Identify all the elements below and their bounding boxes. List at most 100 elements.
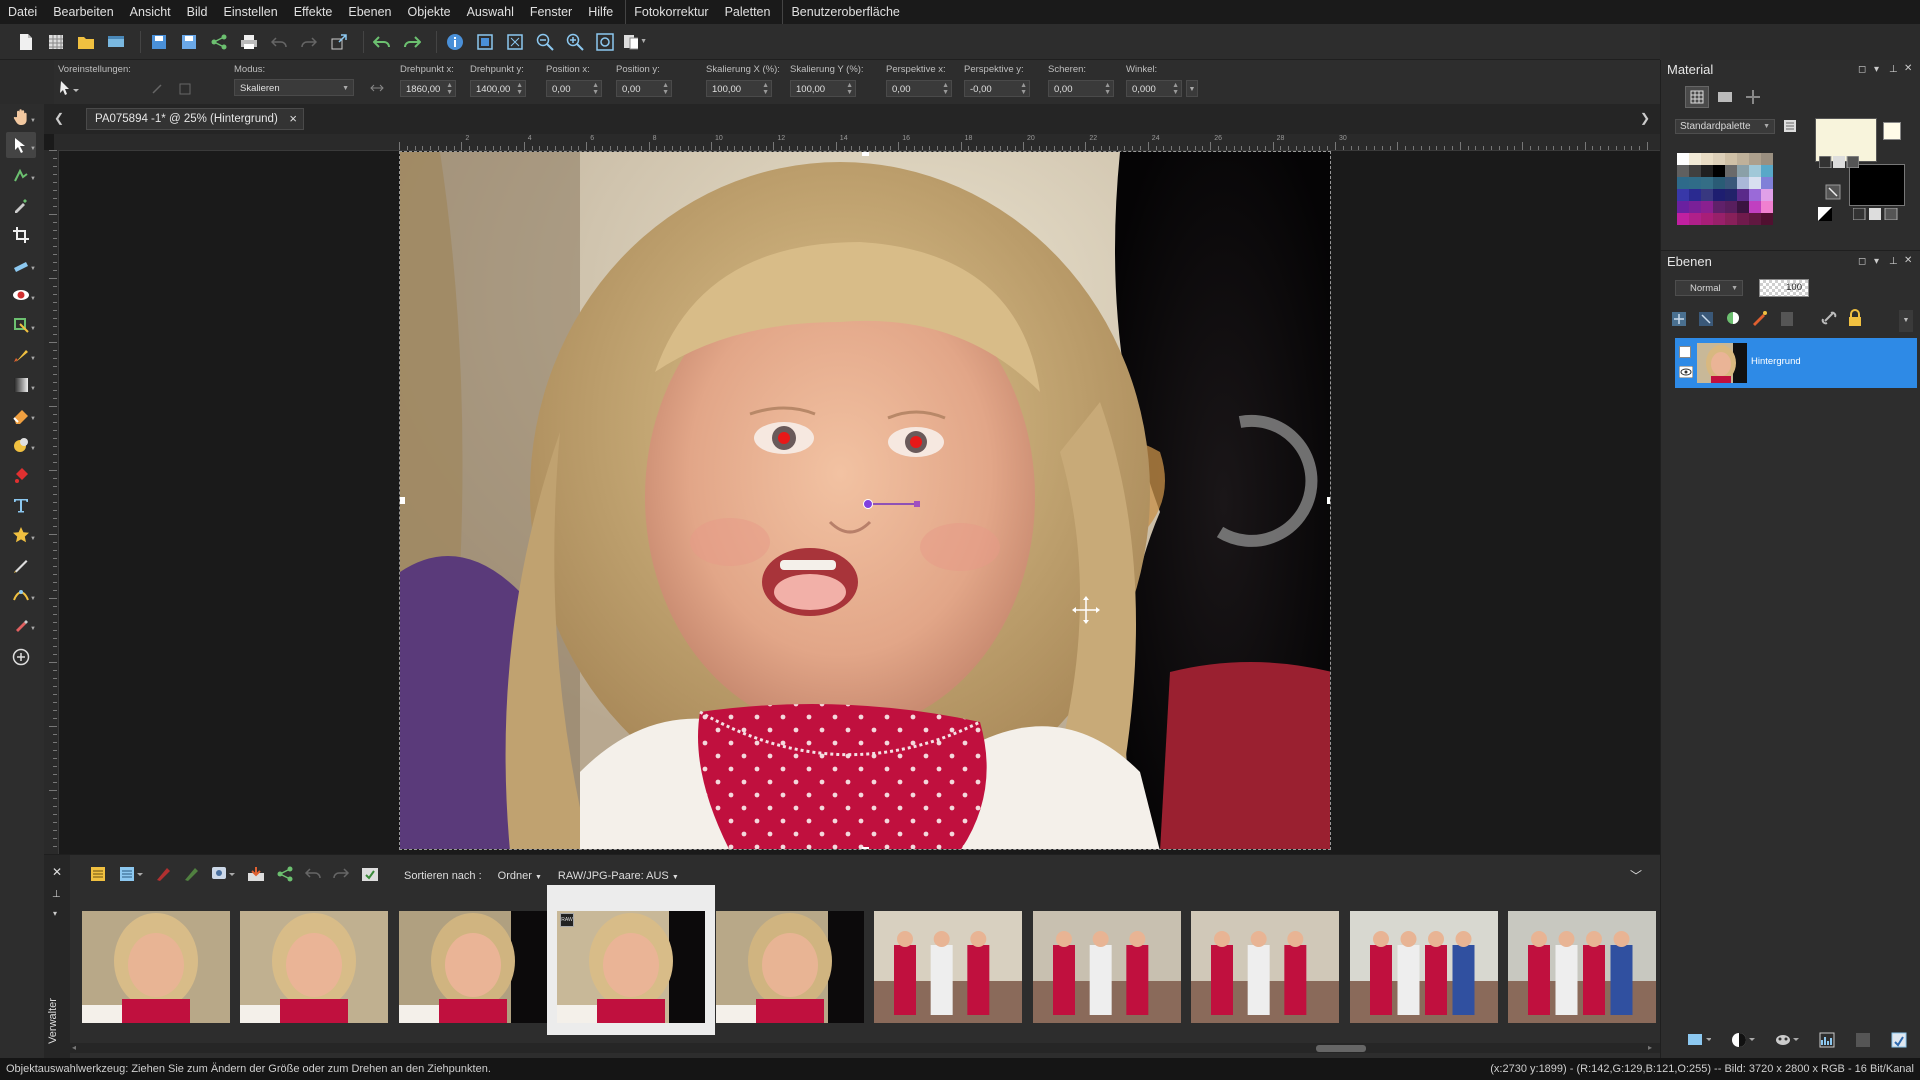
thumbnail-image[interactable] bbox=[1191, 911, 1339, 1023]
image-canvas[interactable] bbox=[399, 151, 1331, 850]
color-swatch[interactable] bbox=[1749, 153, 1761, 165]
thumbnail-image[interactable] bbox=[399, 911, 547, 1023]
thumbnail-image[interactable] bbox=[874, 911, 1022, 1023]
color-swatch[interactable] bbox=[1737, 213, 1749, 225]
browse-folders-icon[interactable] bbox=[88, 865, 108, 886]
thumbnail-image[interactable] bbox=[240, 911, 388, 1023]
organizer-menu-icon[interactable]: ▾ bbox=[53, 909, 57, 918]
option-field-4[interactable]: 100,00 ▲ ▼ bbox=[706, 80, 772, 97]
fill-tool-icon[interactable] bbox=[6, 462, 36, 488]
layer-expand-icon[interactable] bbox=[1679, 346, 1691, 358]
menu-bild[interactable]: Bild bbox=[179, 0, 216, 24]
thumbnail-image[interactable] bbox=[1508, 911, 1656, 1023]
organizer-undo-icon[interactable] bbox=[304, 866, 322, 885]
color-swatch[interactable] bbox=[1689, 189, 1701, 201]
color-swatch[interactable] bbox=[1713, 153, 1725, 165]
thumbnail-image[interactable] bbox=[716, 911, 864, 1023]
scroll-left-arrow-icon[interactable]: ◂ bbox=[72, 1043, 76, 1052]
menu-auswahl[interactable]: Auswahl bbox=[459, 0, 522, 24]
pick-tool-icon[interactable]: ▼ bbox=[6, 132, 36, 158]
swatch-grid-tab-icon[interactable] bbox=[1685, 86, 1709, 108]
color-swatch[interactable] bbox=[1677, 153, 1689, 165]
gradient-tab-icon[interactable] bbox=[1715, 88, 1735, 109]
lock-layer-icon[interactable] bbox=[1846, 308, 1864, 330]
option-field-1[interactable]: 1400,00 ▲ ▼ bbox=[470, 80, 526, 97]
undo-disabled-icon[interactable] bbox=[267, 30, 291, 54]
color-swatch[interactable] bbox=[1737, 189, 1749, 201]
document-tab[interactable]: PA075894 -1* @ 25% (Hintergrund) × bbox=[86, 108, 304, 130]
color-swatch[interactable] bbox=[1725, 153, 1737, 165]
color-swatch[interactable] bbox=[1689, 201, 1701, 213]
option-field-0[interactable]: 1860,00 ▲ ▼ bbox=[400, 80, 456, 97]
organizer-redo-icon[interactable] bbox=[332, 866, 350, 885]
menu-fotokorrektur[interactable]: Fotokorrektur bbox=[625, 0, 716, 24]
process-queue-icon[interactable] bbox=[360, 865, 380, 886]
tab-scroll-right-icon[interactable]: ❯ bbox=[1640, 111, 1650, 125]
option-field-7[interactable]: -0,00 ▲ ▼ bbox=[964, 80, 1030, 97]
color-swatch[interactable] bbox=[1725, 189, 1737, 201]
pan-tool-icon[interactable]: ▼ bbox=[6, 104, 36, 130]
color-swatch[interactable] bbox=[1749, 165, 1761, 177]
color-swatch[interactable] bbox=[1677, 201, 1689, 213]
angle-dropdown-icon[interactable]: ▼ bbox=[1186, 80, 1198, 97]
menu-effekte[interactable]: Effekte bbox=[286, 0, 341, 24]
layer-visibility-eye-icon[interactable] bbox=[1678, 365, 1694, 381]
clone-tool-icon[interactable]: ▼ bbox=[6, 312, 36, 338]
undo-icon[interactable] bbox=[370, 30, 394, 54]
color-swatch[interactable] bbox=[1689, 177, 1701, 189]
material-pin-icon[interactable]: ⊥ bbox=[1889, 64, 1898, 75]
thumbnail-image[interactable] bbox=[1350, 911, 1498, 1023]
palette-select[interactable]: Standardpalette ▼ bbox=[1675, 119, 1775, 134]
fit-window-icon[interactable] bbox=[473, 30, 497, 54]
warp-tool-icon[interactable]: ▼ bbox=[6, 582, 36, 608]
opacity-field[interactable]: 100 bbox=[1759, 279, 1809, 297]
scrollbar-thumb[interactable] bbox=[1316, 1045, 1366, 1052]
color-swatch[interactable] bbox=[1737, 153, 1749, 165]
redo-disabled-icon[interactable] bbox=[297, 30, 321, 54]
swap-colors-icon[interactable] bbox=[1825, 184, 1841, 203]
learning-center-icon[interactable] bbox=[1891, 1032, 1907, 1051]
menu-ebenen[interactable]: Ebenen bbox=[340, 0, 399, 24]
layers-close-icon[interactable]: ✕ bbox=[1904, 255, 1912, 266]
print-icon[interactable] bbox=[237, 30, 261, 54]
layers-menu-icon[interactable]: ▾ bbox=[1874, 256, 1879, 267]
histogram-icon[interactable] bbox=[1819, 1032, 1835, 1051]
save-icon[interactable] bbox=[147, 30, 171, 54]
color-swatch[interactable] bbox=[1749, 201, 1761, 213]
thumbnail-image[interactable]: RAW bbox=[557, 911, 705, 1023]
layer-row-hintergrund[interactable]: Hintergrund bbox=[1675, 338, 1917, 388]
option-field-8[interactable]: 0,00 ▲ ▼ bbox=[1048, 80, 1114, 97]
new-raster-layer-icon[interactable] bbox=[1669, 309, 1689, 330]
redo-icon[interactable] bbox=[400, 30, 424, 54]
close-tab-icon[interactable]: × bbox=[289, 109, 297, 129]
full-screen-icon[interactable] bbox=[503, 30, 527, 54]
crop-tool-icon[interactable] bbox=[6, 222, 36, 248]
script-icon[interactable] bbox=[1855, 1032, 1871, 1051]
color-swatch[interactable] bbox=[1737, 201, 1749, 213]
color-swatch[interactable] bbox=[1713, 189, 1725, 201]
organizer-pin-icon[interactable]: ⊥ bbox=[52, 889, 61, 900]
color-swatch-grid[interactable] bbox=[1677, 153, 1773, 249]
color-swatch[interactable] bbox=[1725, 213, 1737, 225]
organizer-collapse-icon[interactable]: ﹀ bbox=[1630, 867, 1642, 884]
color-swatch[interactable] bbox=[1725, 201, 1737, 213]
zoom-in-icon[interactable] bbox=[563, 30, 587, 54]
material-close-icon[interactable]: ✕ bbox=[1904, 63, 1912, 74]
mode-select[interactable]: Skalieren ▼ bbox=[234, 79, 354, 96]
option-field-9[interactable]: 0,000 ▲ ▼ bbox=[1126, 80, 1182, 97]
color-swatch[interactable] bbox=[1713, 213, 1725, 225]
default-colors-icon[interactable] bbox=[1817, 206, 1833, 225]
color-swatch[interactable] bbox=[1713, 165, 1725, 177]
new-file-icon[interactable] bbox=[14, 30, 38, 54]
brush-tool-icon[interactable]: ▼ bbox=[6, 342, 36, 368]
layers-float-icon[interactable]: ◻ bbox=[1858, 256, 1866, 267]
color-swatch[interactable] bbox=[1749, 213, 1761, 225]
organizer-share-icon[interactable] bbox=[276, 865, 294, 886]
color-swatch[interactable] bbox=[1677, 213, 1689, 225]
color-swatch[interactable] bbox=[1761, 153, 1773, 165]
scanner-icon[interactable] bbox=[104, 30, 128, 54]
link-layers-icon[interactable] bbox=[1819, 309, 1839, 330]
smudge-tool-icon[interactable]: ▼ bbox=[6, 432, 36, 458]
color-swatch[interactable] bbox=[1689, 153, 1701, 165]
zoom-out-icon[interactable] bbox=[533, 30, 557, 54]
